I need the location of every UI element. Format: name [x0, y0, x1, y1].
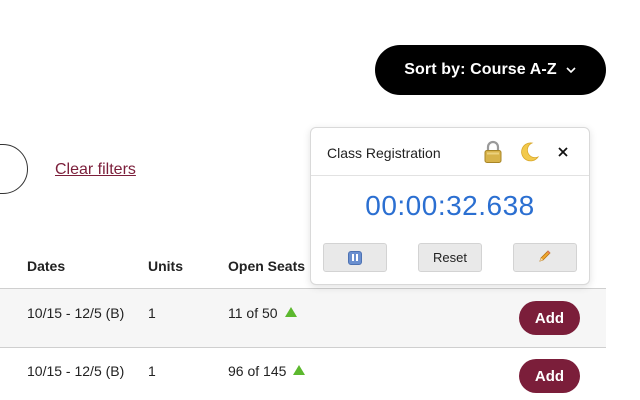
column-header-open-seats: Open Seats	[228, 258, 306, 274]
chevron-down-icon	[565, 64, 577, 76]
row-dates: 10/15 - 12/5 (B)	[27, 305, 125, 321]
edit-button[interactable]	[513, 243, 577, 272]
row-open-seats: 11 of 50	[228, 305, 297, 321]
add-button[interactable]: Add	[519, 359, 580, 393]
moon-icon[interactable]	[518, 141, 540, 163]
filter-pill[interactable]	[0, 144, 28, 194]
row-units: 1	[148, 305, 156, 321]
open-seats-value: 96 of 145	[228, 363, 287, 379]
triangle-up-icon	[284, 306, 297, 317]
lock-icon[interactable]	[483, 140, 503, 164]
close-icon[interactable]	[556, 145, 570, 159]
add-button[interactable]: Add	[519, 301, 580, 335]
sort-label: Sort by: Course A-Z	[404, 61, 557, 78]
table-row: 10/15 - 12/5 (B) 1 11 of 50 Add	[0, 288, 606, 348]
pause-button[interactable]	[323, 243, 387, 272]
triangle-up-icon	[293, 364, 306, 375]
pause-icon	[348, 250, 362, 265]
reset-button[interactable]: Reset	[418, 243, 482, 272]
elapsed-timer: 00:00:32.638	[365, 190, 535, 221]
row-dates: 10/15 - 12/5 (B)	[27, 363, 125, 379]
table-row: 10/15 - 12/5 (B) 1 96 of 145 Add	[0, 348, 606, 400]
pencil-icon	[538, 249, 552, 266]
clear-filters-link[interactable]: Clear filters	[55, 161, 136, 179]
divider	[311, 175, 589, 176]
column-header-dates: Dates	[27, 258, 66, 274]
registration-timer-popup: Class Registration 00:00:32.638 Reset	[310, 127, 590, 285]
row-open-seats: 96 of 145	[228, 363, 306, 379]
open-seats-value: 11 of 50	[228, 305, 278, 321]
column-header-units: Units	[148, 258, 183, 274]
sort-button[interactable]: Sort by: Course A-Z	[375, 45, 606, 95]
popup-title: Class Registration	[327, 145, 441, 161]
row-units: 1	[148, 363, 156, 379]
